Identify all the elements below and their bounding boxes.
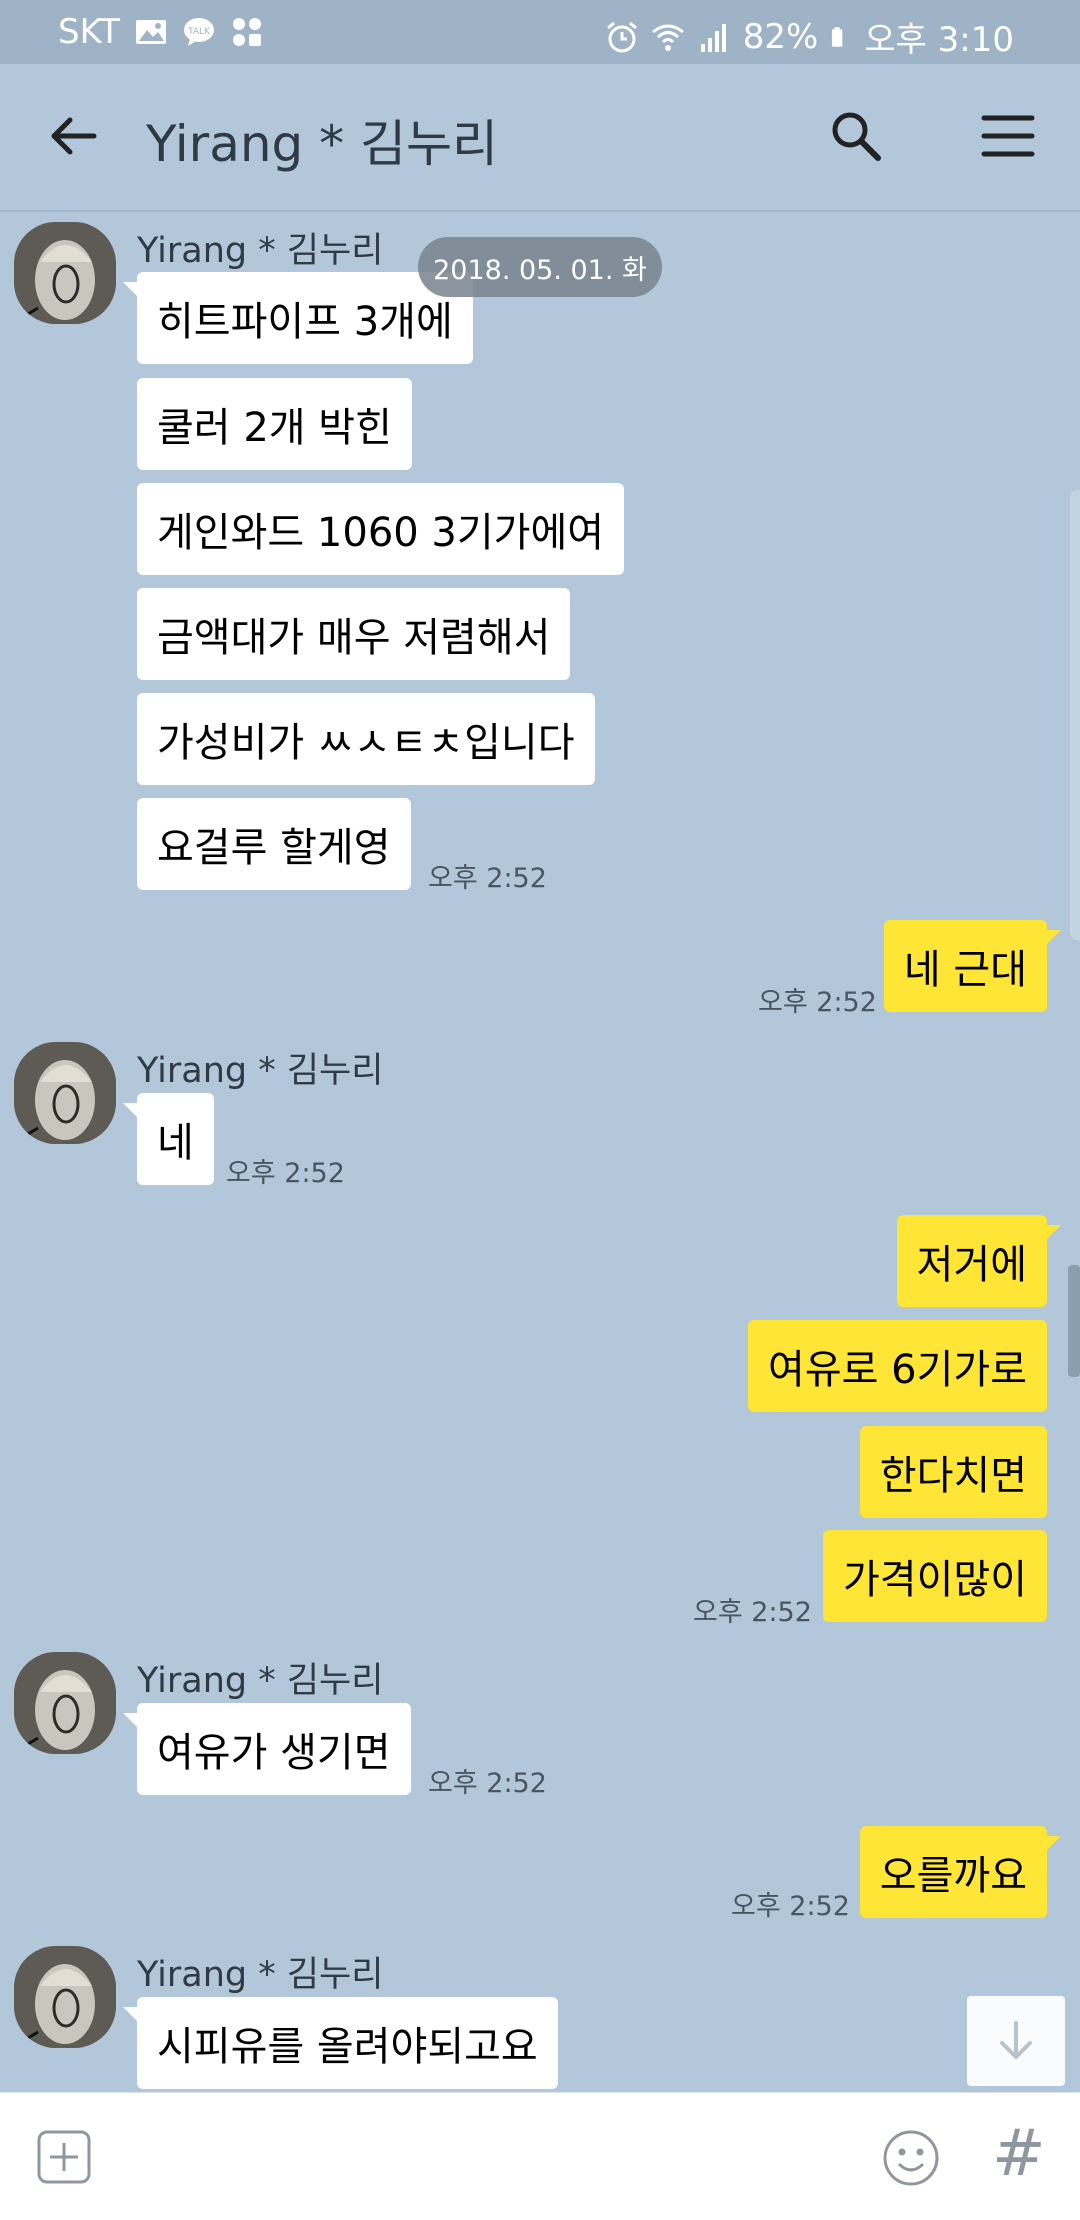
emoji-icon[interactable] xyxy=(882,2129,940,2187)
alarm-icon xyxy=(606,21,637,52)
message-bubble[interactable]: 가성비가 ㅆㅅㅌㅊ입니다 xyxy=(137,693,595,785)
my-message-bubble[interactable]: 저거에 xyxy=(896,1215,1062,1307)
carrier-label: SKT xyxy=(58,12,121,52)
sender-name: Yirang * 김누리 xyxy=(137,231,384,271)
avatar-image xyxy=(14,1946,116,2048)
message-time: 오후 2:52 xyxy=(758,987,877,1018)
battery-percent: 82% xyxy=(742,16,819,57)
my-message-bubble[interactable]: 네 근대 xyxy=(883,920,1062,1012)
talk-icon: TALK xyxy=(184,18,215,46)
sender-name: Yirang * 김누리 xyxy=(137,1051,384,1091)
status-right: 82% 오후 3:10 xyxy=(605,12,1014,61)
message-bubble[interactable]: 네 xyxy=(123,1093,214,1185)
menu-icon[interactable] xyxy=(978,106,1038,166)
message-time: 오후 2:52 xyxy=(693,1597,812,1628)
avatar[interactable] xyxy=(14,1042,116,1144)
message-bubble[interactable]: 쿨러 2개 박힌 xyxy=(137,378,412,470)
avatar-image xyxy=(14,222,116,324)
chat-header: Yirang * 김누리 xyxy=(0,64,1080,212)
message-bubble[interactable]: 게인와드 1060 3기가에여 xyxy=(137,483,625,575)
wifi-icon xyxy=(651,24,684,51)
battery-icon xyxy=(832,26,843,47)
date-divider: 2018. 05. 01. 화 xyxy=(418,237,662,297)
my-message-bubble[interactable]: 가격이많이 xyxy=(823,1530,1047,1622)
sender-name: Yirang * 김누리 xyxy=(137,1661,384,1701)
signal-icon xyxy=(700,23,726,52)
my-message-bubble[interactable]: 한다치면 xyxy=(859,1426,1047,1518)
avatar[interactable] xyxy=(14,222,116,324)
message-bubble[interactable]: 금액대가 매우 저렴해서 xyxy=(137,588,571,680)
avatar-image xyxy=(14,1652,116,1754)
status-bar: SKT TALK 82% 오후 3:10 xyxy=(0,0,1080,64)
chat-title: Yirang * 김누리 xyxy=(146,115,499,173)
arrow-down-icon xyxy=(1000,2021,1032,2059)
message-input-bar: # xyxy=(0,2092,1080,2220)
my-message-bubble[interactable]: 오를까요 xyxy=(859,1826,1062,1918)
avatar-image xyxy=(14,1042,116,1144)
back-arrow-icon[interactable] xyxy=(46,108,102,164)
message-time: 오후 2:52 xyxy=(731,1891,850,1922)
status-left: SKT TALK xyxy=(58,12,264,52)
message-bubble[interactable]: 요걸루 할게영 xyxy=(137,798,411,890)
message-time: 오후 2:52 xyxy=(226,1158,345,1189)
svg-text:TALK: TALK xyxy=(187,27,211,37)
scrollbar-thumb[interactable] xyxy=(1068,1265,1080,1377)
message-bubble[interactable]: 여유가 생기면 xyxy=(123,1703,411,1795)
message-bubble[interactable]: 히트파이프 3개에 xyxy=(123,272,473,364)
apps-icon xyxy=(233,18,262,46)
sender-name: Yirang * 김누리 xyxy=(137,1955,384,1995)
drawer-handle[interactable] xyxy=(1070,490,1080,940)
gallery-icon xyxy=(136,20,167,44)
avatar[interactable] xyxy=(14,1652,116,1754)
avatar[interactable] xyxy=(14,1946,116,2048)
clock: 오후 3:10 xyxy=(864,20,1014,60)
search-icon[interactable] xyxy=(826,106,886,166)
hashtag-search-button[interactable]: # xyxy=(992,2117,1046,2191)
message-time: 오후 2:52 xyxy=(428,863,547,894)
plus-icon[interactable] xyxy=(36,2129,92,2185)
scroll-to-bottom-button[interactable] xyxy=(967,1996,1065,2086)
message-time: 오후 2:52 xyxy=(428,1768,547,1799)
message-bubble[interactable]: 시피유를 올려야되고요 xyxy=(123,1997,558,2089)
my-message-bubble[interactable]: 여유로 6기가로 xyxy=(748,1320,1047,1412)
